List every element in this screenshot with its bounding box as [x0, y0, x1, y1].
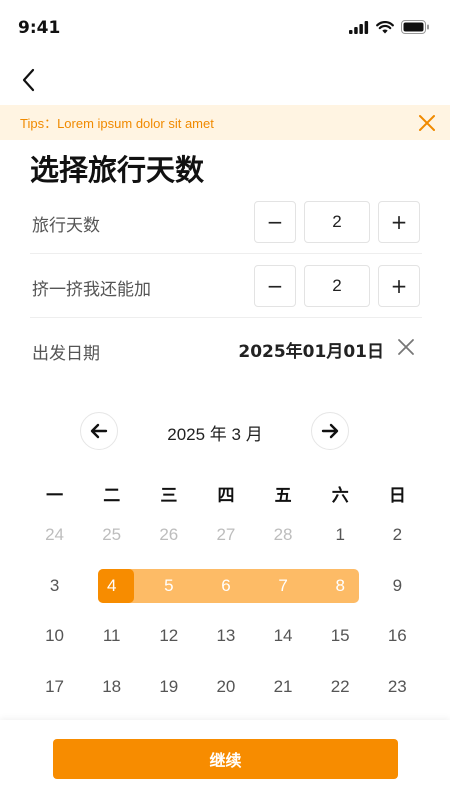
close-icon	[398, 339, 414, 355]
arrow-right-icon	[321, 423, 339, 439]
calendar-week-row: 10 11 12 13 14 15 16	[26, 611, 426, 662]
next-month-button[interactable]	[311, 412, 349, 450]
weekday-label: 二	[103, 486, 121, 506]
travel-days-label: 旅行天数	[32, 216, 100, 236]
tips-banner: Tips：Lorem ipsum dolor sit amet	[0, 105, 450, 140]
calendar-day[interactable]: 16	[369, 626, 426, 646]
departure-date-clear-button[interactable]	[396, 337, 416, 357]
calendar-day[interactable]: 1	[312, 525, 369, 545]
close-icon	[419, 115, 435, 131]
calendar-header: 2025 年 3 月	[0, 410, 450, 450]
weekday-label: 一	[46, 486, 64, 506]
extra-days-minus-button[interactable]: −	[254, 265, 296, 307]
calendar-day[interactable]: 22	[312, 677, 369, 697]
travel-days-value: 2	[304, 201, 370, 243]
back-button[interactable]	[14, 64, 42, 96]
travel-days-stepper: − 2 +	[254, 201, 420, 243]
signal-icon	[349, 20, 369, 34]
calendar-day[interactable]: 2	[369, 525, 426, 545]
calendar-day[interactable]: 18	[83, 677, 140, 697]
calendar-day[interactable]: 13	[197, 626, 254, 646]
calendar-day[interactable]: 19	[140, 677, 197, 697]
tips-text: Tips：Lorem ipsum dolor sit amet	[20, 116, 214, 131]
battery-icon	[401, 20, 429, 34]
extra-days-label: 挤一挤我还能加	[32, 280, 151, 300]
continue-button[interactable]: 继续	[53, 739, 398, 779]
calendar-weekdays: 一 二 三 四 五 六 日	[26, 481, 426, 506]
calendar-day[interactable]: 12	[140, 626, 197, 646]
status-bar: 9:41	[0, 0, 450, 58]
calendar-day-selected-start[interactable]: 4	[83, 576, 140, 596]
chevron-left-icon	[22, 68, 35, 92]
calendar-week-row: 24 25 26 27 28 1 2	[26, 510, 426, 561]
departure-date-value: 2025年01月01日	[238, 342, 384, 362]
calendar-day-in-range[interactable]: 7	[255, 576, 312, 596]
calendar-month-title: 2025 年 3 月	[167, 425, 263, 444]
calendar-day[interactable]: 10	[26, 626, 83, 646]
weekday-label: 三	[160, 486, 178, 506]
calendar-week-row: 3456789	[26, 561, 426, 612]
calendar-day[interactable]: 20	[197, 677, 254, 697]
status-icons	[349, 20, 430, 34]
extra-days-value: 2	[304, 265, 370, 307]
extra-days-stepper: − 2 +	[254, 265, 420, 307]
calendar-day-in-range[interactable]: 8	[312, 576, 369, 596]
calendar-day[interactable]: 3	[26, 576, 83, 596]
extra-days-row: 挤一挤我还能加 − 2 +	[30, 254, 422, 318]
travel-days-row: 旅行天数 − 2 +	[30, 190, 422, 254]
calendar-week-row: 17 18 19 20 21 22 23	[26, 662, 426, 713]
departure-date-row[interactable]: 出发日期 2025年01月01日	[30, 318, 422, 382]
calendar-day[interactable]: 17	[26, 677, 83, 697]
calendar-grid: 24 25 26 27 28 1 2 3 4 5 6 7 8 9 10 11 12 13 14 15 16 17 18 19 2…	[26, 510, 426, 712]
departure-date-label: 出发日期	[32, 344, 100, 364]
wifi-icon	[376, 20, 394, 33]
calendar-day[interactable]: 21	[255, 677, 312, 697]
calendar-day[interactable]: 23	[369, 677, 426, 697]
calendar-day[interactable]: 14	[255, 626, 312, 646]
calendar-day[interactable]: 27	[197, 525, 254, 545]
travel-days-minus-button[interactable]: −	[254, 201, 296, 243]
calendar-day[interactable]: 11	[83, 626, 140, 646]
weekday-label: 五	[274, 486, 292, 506]
prev-month-button[interactable]	[80, 412, 118, 450]
calendar-day-in-range[interactable]: 6	[197, 576, 254, 596]
weekday-label: 日	[388, 486, 406, 506]
tips-close-button[interactable]	[416, 112, 438, 134]
calendar-day[interactable]: 28	[255, 525, 312, 545]
calendar-day[interactable]: 9	[369, 576, 426, 596]
calendar-day-in-range[interactable]: 5	[140, 576, 197, 596]
arrow-left-icon	[90, 423, 108, 439]
calendar-day[interactable]: 25	[83, 525, 140, 545]
extra-days-plus-button[interactable]: +	[378, 265, 420, 307]
weekday-label: 六	[331, 486, 349, 506]
calendar-day[interactable]: 24	[26, 525, 83, 545]
status-time: 9:41	[18, 18, 61, 38]
calendar-day[interactable]: 15	[312, 626, 369, 646]
weekday-label: 四	[217, 486, 235, 506]
calendar-day[interactable]: 26	[140, 525, 197, 545]
travel-days-plus-button[interactable]: +	[378, 201, 420, 243]
page-title: 选择旅行天数	[30, 153, 205, 187]
bottom-bar: 继续	[0, 720, 450, 800]
